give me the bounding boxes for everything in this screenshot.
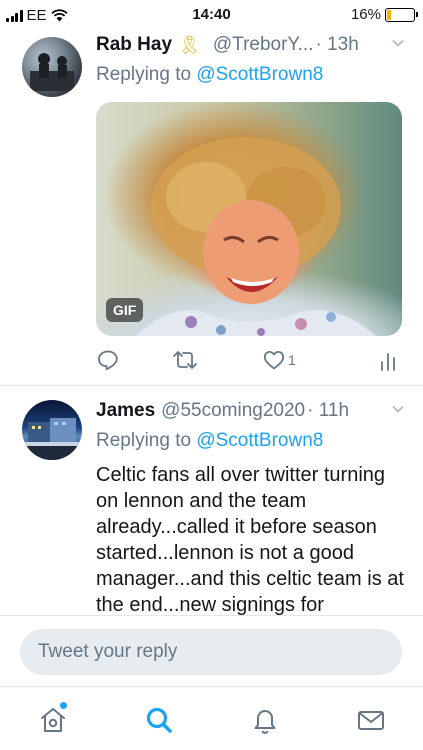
status-bar: EE 14:40 16% [0, 0, 423, 30]
search-icon [146, 707, 172, 733]
battery-percent: 16% [350, 6, 381, 23]
tab-home[interactable] [38, 702, 68, 735]
home-icon [41, 708, 65, 732]
ribbon-emoji: 🎗 [178, 34, 201, 55]
tweet-header: Rab Hay 🎗 @TreborY... · 13h [96, 34, 405, 56]
tweet-header: James @55coming2020 · 11h [96, 400, 405, 422]
battery-level-fill [387, 9, 392, 20]
gif-media[interactable]: GIF [96, 102, 402, 336]
reply-composer-bar: Tweet your reply [0, 615, 423, 686]
heart-icon [263, 351, 285, 370]
tweet-timestamp: · 13h [315, 34, 359, 55]
retweet-button[interactable] [172, 348, 198, 372]
chevron-down-icon[interactable] [391, 36, 405, 50]
replying-to-mention[interactable]: @ScottBrown8 [196, 64, 323, 85]
avatar-photo [22, 418, 82, 460]
tweet-actions: 1 [96, 348, 405, 374]
user-handle[interactable]: @55coming2020 [161, 400, 305, 422]
notifications-bell-icon [254, 710, 276, 734]
replying-to-label: Replying to [96, 430, 192, 451]
avatar[interactable] [22, 400, 82, 460]
replying-to-line: Replying to @ScottBrown8 [96, 430, 323, 452]
user-handle[interactable]: @TreborY... [213, 34, 314, 56]
analytics-bar-chart-icon [381, 353, 395, 371]
like-count: 1 [288, 352, 296, 368]
home-notification-dot [60, 702, 67, 709]
replying-to-line: Replying to @ScottBrown8 [96, 64, 323, 86]
status-right: 16% [350, 6, 418, 23]
like-button[interactable]: 1 [262, 348, 296, 372]
tab-search[interactable] [144, 705, 174, 735]
tweet-james[interactable]: James @55coming2020 · 11h Replying to @S… [0, 386, 423, 615]
tweet-timestamp: · 11h [307, 400, 350, 421]
tab-messages[interactable] [356, 705, 386, 735]
gif-badge: GIF [106, 298, 144, 322]
avatar-photo [30, 53, 74, 91]
retweet-icon [173, 351, 197, 369]
bottom-tab-bar [0, 686, 423, 750]
chevron-down-icon[interactable] [391, 402, 405, 416]
display-name[interactable]: James [96, 400, 155, 422]
replying-to-mention[interactable]: @ScottBrown8 [196, 430, 323, 451]
display-name[interactable]: Rab Hay [96, 34, 172, 56]
reply-icon [98, 350, 118, 371]
tab-notifications[interactable] [250, 705, 280, 735]
tweet-reply-input[interactable]: Tweet your reply [20, 629, 402, 675]
battery-icon [385, 7, 418, 22]
messages-envelope-icon [358, 711, 384, 730]
analytics-button[interactable] [378, 348, 398, 372]
tweet-body-text: Celtic fans all over twitter turning on … [96, 464, 404, 615]
avatar[interactable] [22, 37, 82, 97]
tweet-rab-hay[interactable]: Rab Hay 🎗 @TreborY... · 13h Replying to … [0, 30, 423, 385]
replying-to-label: Replying to [96, 64, 192, 85]
reply-button[interactable] [96, 348, 120, 372]
